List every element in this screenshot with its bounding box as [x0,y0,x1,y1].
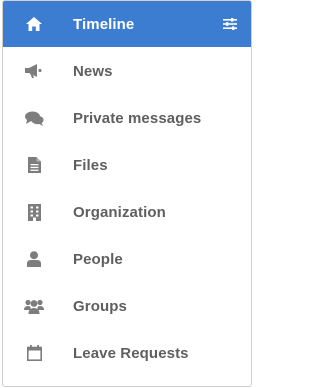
sidebar-item-label: Leave Requests [73,344,189,362]
sidebar-item-news[interactable]: News [3,48,251,94]
sidebar-item-private-messages[interactable]: Private messages [3,95,251,141]
sidebar-item-files[interactable]: Files [3,142,251,188]
calendar-icon [23,342,45,364]
sidebar-item-groups[interactable]: Groups [3,283,251,329]
sidebar-item-timeline[interactable]: Timeline [3,1,251,47]
sidebar-item-leave-requests[interactable]: Leave Requests [3,330,251,376]
megaphone-icon [23,60,45,82]
chat-bubbles-icon [23,107,45,129]
sidebar-item-label: Organization [73,203,166,221]
sidebar-item-label: Files [73,156,108,174]
file-icon [23,154,45,176]
sidebar-item-label: Groups [73,297,127,315]
sidebar-item-organization[interactable]: Organization [3,189,251,235]
sidebar-item-label: People [73,250,123,268]
building-icon [23,201,45,223]
home-icon [23,13,45,35]
sidebar-item-label: Private messages [73,109,202,127]
sidebar-item-label: News [73,62,113,80]
sidebar-item-label: Timeline [73,15,135,33]
person-icon [23,248,45,270]
group-icon [23,295,45,317]
sidebar-nav: Timeline News Private messages Files Org… [2,0,252,387]
sliders-icon[interactable] [221,15,239,33]
sidebar-item-people[interactable]: People [3,236,251,282]
